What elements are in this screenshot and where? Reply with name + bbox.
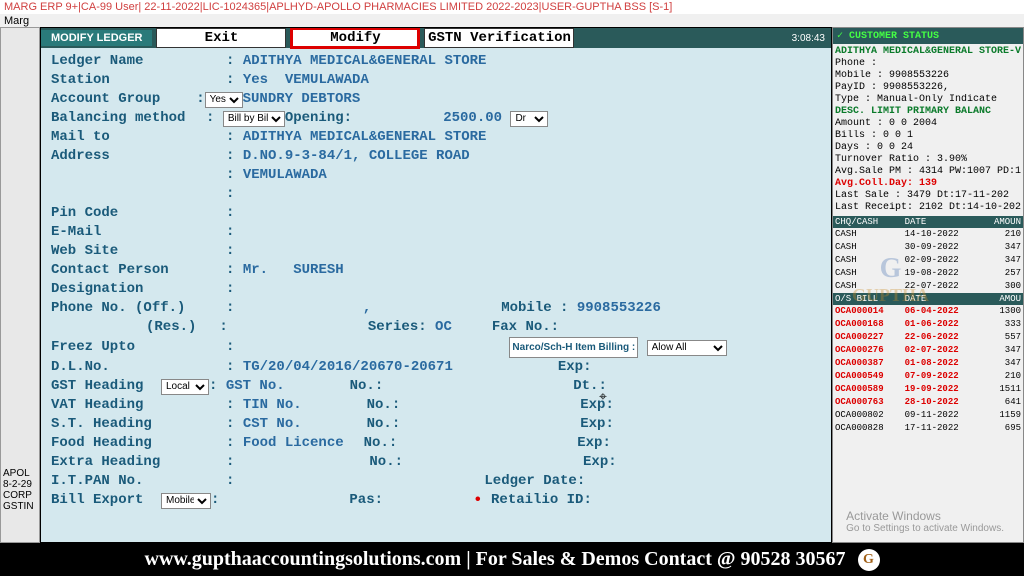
dlno-value[interactable]: TG/20/04/2016/20670-20671	[243, 358, 453, 377]
ledger-name-value[interactable]: ADITHYA MEDICAL&GENERAL STORE	[243, 52, 487, 71]
cash-row[interactable]: CASH19-08-2022257	[833, 267, 1023, 280]
phone-off-label: Phone No. (Off.)	[51, 299, 226, 318]
content-area: MODIFY LEDGER Exit Modify GSTN Verificat…	[40, 27, 832, 543]
customer-status-panel: ✓ CUSTOMER STATUS ADITHYA MEDICAL&GENERA…	[832, 27, 1024, 543]
osbill-table-header: O/S BILL DATE AMOU	[833, 293, 1023, 305]
ledger-form: Ledger Name : ADITHYA MEDICAL&GENERAL ST…	[41, 48, 831, 514]
series-label: Series:	[368, 318, 427, 337]
contact-prefix: Mr.	[243, 261, 268, 280]
food-heading-label: Food Heading	[51, 434, 226, 453]
station-label: Station	[51, 71, 226, 90]
cash-row[interactable]: CASH14-10-2022210	[833, 228, 1023, 241]
footer-logo-icon: G	[858, 549, 880, 571]
station-value[interactable]: VEMULAWADA	[285, 71, 369, 90]
extra-heading-label: Extra Heading	[51, 453, 226, 472]
osbill-row[interactable]: OCA00080209-11-20221159	[833, 409, 1023, 422]
top-tabs: MODIFY LEDGER Exit Modify GSTN Verificat…	[41, 28, 831, 48]
narco-label: Narco/Sch-H Item Billing :	[509, 337, 638, 358]
account-group-select[interactable]: Yes	[205, 92, 243, 108]
cash-row[interactable]: CASH02-09-2022347	[833, 254, 1023, 267]
freez-label: Freez Upto	[51, 338, 226, 357]
station-yes: Yes	[243, 71, 268, 90]
gst-heading-label: GST Heading	[51, 377, 161, 396]
osbill-row[interactable]: OCA00001406-04-20221300	[833, 305, 1023, 318]
osbill-row[interactable]: OCA00027602-07-2022347	[833, 344, 1023, 357]
bill-export-select[interactable]: Mobile	[161, 493, 211, 509]
tab-modify-ledger: MODIFY LEDGER	[41, 30, 152, 46]
opening-label: Opening:	[285, 109, 352, 128]
balancing-method-select[interactable]: Bill by Bill	[223, 111, 285, 127]
osbill-row[interactable]: OCA00022722-06-2022557	[833, 331, 1023, 344]
customer-name: ADITHYA MEDICAL&GENERAL STORE-V	[835, 46, 1021, 58]
balancing-method-label: Balancing method	[51, 109, 206, 128]
mobile-label: Mobile :	[501, 299, 568, 318]
osbill-row[interactable]: OCA00082817-11-2022695	[833, 422, 1023, 435]
mailto-label: Mail to	[51, 128, 226, 147]
dlno-label: D.L.No.	[51, 358, 226, 377]
osbill-row[interactable]: OCA00058919-09-20221511	[833, 383, 1023, 396]
osbill-row[interactable]: OCA00016801-06-2022333	[833, 318, 1023, 331]
opening-drcr-select[interactable]: Dr	[510, 111, 548, 127]
series-value: OC	[435, 318, 452, 337]
fax-label: Fax No.:	[492, 318, 559, 337]
left-gutter: APOL 8-2-29 CORP GSTIN	[0, 27, 40, 543]
bill-export-label: Bill Export	[51, 491, 161, 510]
menu-bar[interactable]: Marg	[0, 14, 1024, 27]
timer: 3:08:43	[792, 33, 831, 44]
footer-banner: www.gupthaaccountingsolutions.com | For …	[0, 543, 1024, 576]
red-dot-icon: •	[473, 491, 483, 510]
mailto-value[interactable]: ADITHYA MEDICAL&GENERAL STORE	[243, 128, 487, 147]
itpan-label: I.T.PAN No.	[51, 472, 226, 491]
modify-button[interactable]: Modify	[290, 27, 420, 49]
opening-value[interactable]: 2500.00	[412, 109, 502, 128]
narco-select[interactable]: Alow All	[647, 340, 727, 356]
gstn-verification-button[interactable]: GSTN Verification	[424, 28, 574, 48]
osbill-row[interactable]: OCA00076328-10-2022641	[833, 396, 1023, 409]
account-group-value: SUNDRY DEBTORS	[243, 90, 361, 109]
website-label: Web Site	[51, 242, 226, 261]
st-heading-label: S.T. Heading	[51, 415, 226, 434]
exit-button[interactable]: Exit	[156, 28, 286, 48]
contact-name[interactable]: SURESH	[293, 261, 343, 280]
gst-heading-select[interactable]: Local	[161, 379, 209, 395]
vat-heading-label: VAT Heading	[51, 396, 226, 415]
dlno-exp-label: Exp:	[558, 358, 592, 377]
cash-table-header: CHQ/CASH DATE AMOUN	[833, 216, 1023, 228]
retailio-label: Retailio ID:	[491, 491, 592, 510]
ledger-date-label: Ledger Date:	[484, 472, 585, 491]
address-line1[interactable]: D.NO.9-3-84/1, COLLEGE ROAD	[243, 147, 470, 166]
designation-label: Designation	[51, 280, 226, 299]
cash-row[interactable]: CASH22-07-2022300	[833, 280, 1023, 293]
phone-res-label: (Res.)	[146, 318, 196, 337]
osbill-row[interactable]: OCA00038701-08-2022347	[833, 357, 1023, 370]
contact-person-label: Contact Person	[51, 261, 226, 280]
address-label: Address	[51, 147, 226, 166]
mobile-value[interactable]: 9908553226	[577, 299, 661, 318]
gstno-label: GST No.	[226, 377, 285, 396]
osbill-row[interactable]: OCA00054907-09-2022210	[833, 370, 1023, 383]
cash-row[interactable]: CASH30-09-2022347	[833, 241, 1023, 254]
email-label: E-Mail	[51, 223, 226, 242]
title-bar: MARG ERP 9+|CA-99 User| 22-11-2022|LIC-1…	[0, 0, 1024, 14]
account-group-label: Account Group	[51, 90, 171, 109]
ledger-name-label: Ledger Name	[51, 52, 226, 71]
pincode-label: Pin Code	[51, 204, 226, 223]
address-line2[interactable]: VEMULAWADA	[243, 166, 327, 185]
customer-status-header: ✓ CUSTOMER STATUS	[833, 28, 1023, 44]
